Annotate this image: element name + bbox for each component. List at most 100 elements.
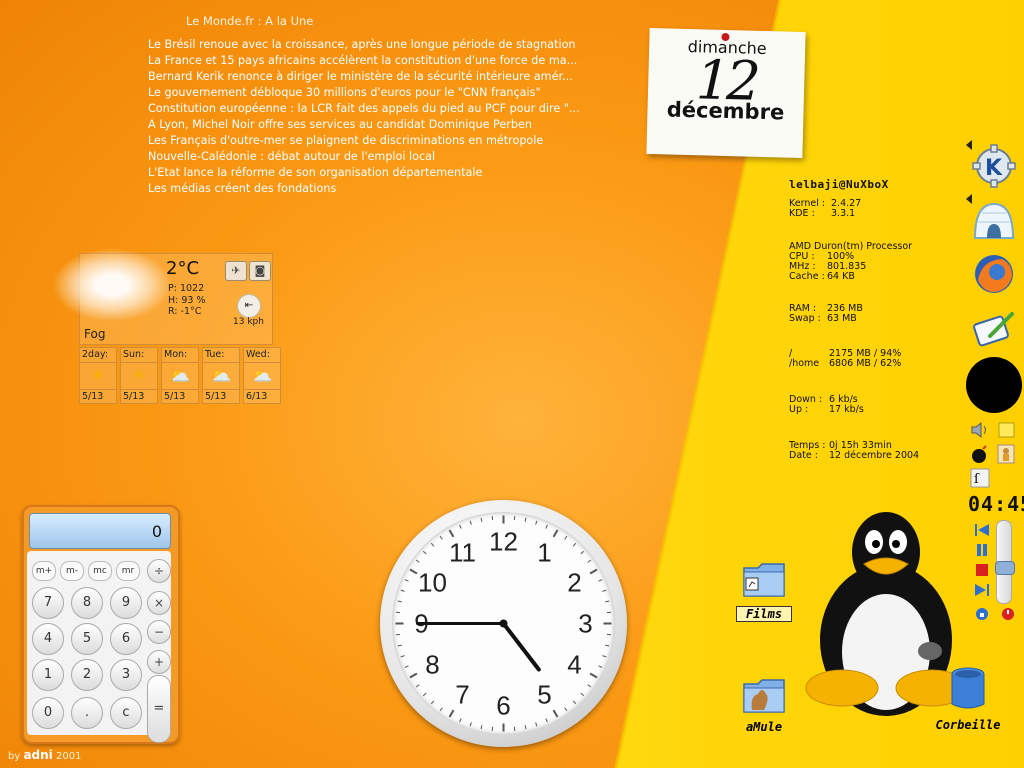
text-editor-icon[interactable] <box>972 306 1016 350</box>
news-item[interactable]: Constitution européenne : la LCR fait de… <box>148 101 588 117</box>
forecast-day: Wed: ⛅ 6/13 <box>243 347 281 404</box>
home-fs-label: /home <box>789 358 820 369</box>
volume-slider[interactable] <box>995 520 1015 604</box>
clock-tick <box>459 718 462 723</box>
pause-icon[interactable] <box>974 542 990 556</box>
mplus-key[interactable]: m+ <box>32 561 56 581</box>
firefox-icon[interactable] <box>972 252 1016 296</box>
decimal-key[interactable]: . <box>71 697 103 729</box>
clock-tick <box>552 709 559 718</box>
forecast-day: Sun: ☀ 5/13 <box>120 347 158 404</box>
note-icon[interactable] <box>996 420 1016 440</box>
clock-tick <box>602 589 607 592</box>
clear-key[interactable]: c <box>110 697 142 729</box>
clock-tick <box>397 644 402 647</box>
mc-key[interactable]: mc <box>88 561 112 581</box>
minus-key[interactable]: − <box>147 620 171 644</box>
digit-4-key[interactable]: 4 <box>32 623 64 655</box>
trash-bin[interactable]: Corbeille <box>928 664 1008 732</box>
up-value: 17 kb/s <box>829 404 864 415</box>
cache-value: 64 KB <box>827 271 855 282</box>
clock-tick <box>580 550 585 555</box>
divide-key[interactable]: ÷ <box>147 559 171 583</box>
news-item[interactable]: Nouvelle-Calédonie : débat autour de l'e… <box>148 149 588 165</box>
clock-tick <box>469 520 472 525</box>
amule-folder[interactable]: aMule <box>736 676 792 734</box>
analog-clock: 12 1 2 3 4 5 6 7 8 9 10 11 <box>380 500 627 747</box>
news-source-title[interactable]: Le Monde.fr : A la Une <box>186 14 588 28</box>
mr-key[interactable]: mr <box>116 561 140 581</box>
footer-credit: by adni 2001 <box>8 748 81 762</box>
digit-5-key[interactable]: 5 <box>71 623 103 655</box>
weather-condition: Fog <box>84 327 106 341</box>
films-folder[interactable]: Films <box>736 556 792 622</box>
digit-6-key[interactable]: 6 <box>110 623 142 655</box>
equals-key[interactable]: = <box>147 675 171 743</box>
stop-icon[interactable] <box>974 562 990 576</box>
volume-slider-handle[interactable] <box>995 561 1015 575</box>
forecast-value: 5/13 <box>164 391 186 402</box>
credit-author: adni <box>23 748 53 762</box>
news-item[interactable]: A Lyon, Michel Noir offre ses services a… <box>148 117 588 133</box>
news-item[interactable]: Les médias créent des fondations <box>148 181 588 197</box>
kde-gear-icon[interactable]: K <box>972 144 1016 188</box>
clock-tick <box>409 672 418 679</box>
font-icon[interactable]: ſ <box>970 468 990 488</box>
date-value: 12 décembre 2004 <box>829 450 920 461</box>
clock-tick <box>545 524 548 529</box>
digit-8-key[interactable]: 8 <box>71 587 103 619</box>
speaker-icon[interactable] <box>970 420 990 440</box>
clock-tick <box>430 700 435 705</box>
digit-3-key[interactable]: 3 <box>110 659 142 691</box>
digit-7-key[interactable]: 7 <box>32 587 64 619</box>
digit-9-key[interactable]: 9 <box>110 587 142 619</box>
news-item[interactable]: Les Français d'outre-mer se plaignent de… <box>148 133 588 149</box>
news-item[interactable]: Bernard Kerik renonce à diriger le minis… <box>148 69 588 85</box>
next-track-icon[interactable] <box>974 582 990 596</box>
lock-icon[interactable] <box>974 606 990 620</box>
clock-tick <box>430 542 435 547</box>
news-item[interactable]: L'Etat lance la réforme de son organisat… <box>148 165 588 181</box>
cloud-sun-icon: ⛅ <box>162 363 198 390</box>
user-figure-icon[interactable] <box>996 444 1016 464</box>
multiply-key[interactable]: × <box>147 591 171 615</box>
clock-tick <box>459 524 462 529</box>
credit-by: by <box>8 751 21 762</box>
weather-pressure: P: 1022 <box>168 283 205 294</box>
clock-dial: 12 1234567891011 <box>395 515 612 732</box>
weather-forecast: 2day: ☀ 5/13 Sun: ☀ 5/13 Mon: ⛅ 5/13 Tue… <box>79 347 281 404</box>
power-icon[interactable] <box>1000 606 1016 620</box>
clock-numeral: 3 <box>578 609 592 639</box>
digit-1-key[interactable]: 1 <box>32 659 64 691</box>
airplane-icon[interactable]: ✈ <box>225 261 247 281</box>
news-item[interactable]: La France et 15 pays africains accélèren… <box>148 53 588 69</box>
blank-disc-icon[interactable] <box>966 357 1022 413</box>
camera-icon[interactable]: ◙ <box>249 261 271 281</box>
clock-numeral: 1 <box>537 537 551 567</box>
svg-text:K: K <box>985 156 1003 181</box>
clock-tick <box>572 542 577 547</box>
igloo-home-icon[interactable] <box>972 198 1016 242</box>
bomb-icon[interactable] <box>970 444 990 464</box>
mminus-key[interactable]: m- <box>60 561 84 581</box>
plus-key[interactable]: + <box>147 650 171 674</box>
clock-tick <box>409 568 418 575</box>
cache-label: Cache : <box>789 271 825 282</box>
forecast-value: 5/13 <box>123 391 145 402</box>
weather-temperature: 2°C <box>166 258 200 279</box>
digit-0-key[interactable]: 0 <box>32 697 64 729</box>
news-item[interactable]: Le gouvernement débloque 30 millions d'e… <box>148 85 588 101</box>
kde-value: 3.3.1 <box>831 208 856 219</box>
clock-tick <box>564 707 568 712</box>
forecast-value: 5/13 <box>82 391 104 402</box>
forecast-day-label: Sun: <box>121 348 157 363</box>
digit-2-key[interactable]: 2 <box>71 659 103 691</box>
clock-tick <box>589 568 598 575</box>
wind-direction-icon: ⇤ <box>237 294 261 318</box>
hostname: lelbaji@NuXboX <box>789 178 889 191</box>
amule-folder-icon <box>743 679 785 713</box>
calculator-widget: 0 m+ m- mc mr ÷ 7 8 9 × 4 5 6 − 1 2 3 + … <box>22 505 180 744</box>
news-item[interactable]: Le Brésil renoue avec la croissance, apr… <box>148 37 588 53</box>
clock-tick <box>404 665 409 668</box>
previous-track-icon[interactable] <box>974 522 990 536</box>
